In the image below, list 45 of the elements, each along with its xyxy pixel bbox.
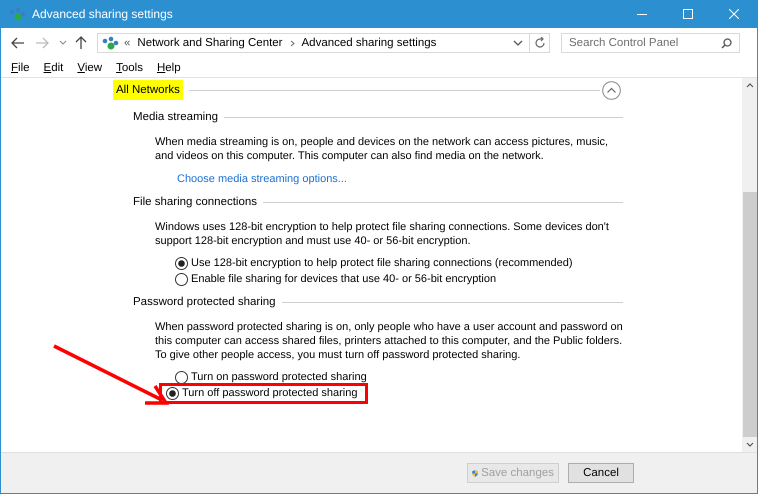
network-icon <box>102 36 119 50</box>
network-icon <box>9 7 26 21</box>
up-icon[interactable] <box>75 36 87 50</box>
window-title: Advanced sharing settings <box>32 7 173 21</box>
radio-option[interactable]: Turn on password protected sharing <box>175 370 367 384</box>
radio-button[interactable] <box>175 256 188 270</box>
radio-option[interactable]: Turn off password protected sharing <box>166 386 358 400</box>
section-title[interactable]: All Networks <box>113 80 183 100</box>
refresh-button[interactable] <box>530 33 550 53</box>
chevron-icon <box>290 40 295 46</box>
menu-item[interactable]: Help <box>156 62 181 74</box>
breadcrumb-item[interactable]: Network and Sharing Center <box>137 37 283 49</box>
address-bar[interactable]: « Network and Sharing Center Advanced sharing settings <box>97 33 530 53</box>
menu-item[interactable]: Edit <box>44 62 64 74</box>
scroll-up-icon[interactable] <box>746 83 754 88</box>
description-text: When media streaming is on, people and devices on the network can access pictures, music, and videos on this computer. This computer can also find media on the network. <box>155 135 610 163</box>
menu-item[interactable]: Tools <box>116 62 143 74</box>
group-heading: Password protected sharing <box>133 296 276 308</box>
radio-button[interactable] <box>175 370 188 384</box>
collapse-icon[interactable] <box>602 80 621 100</box>
dropdown-icon[interactable] <box>59 40 67 46</box>
refresh-icon[interactable] <box>534 37 546 49</box>
group-heading: Media streaming <box>133 111 218 123</box>
dropdown-icon[interactable] <box>513 40 523 46</box>
back-icon[interactable] <box>11 37 25 49</box>
menu-item[interactable]: File <box>11 62 30 74</box>
scrollbar[interactable] <box>742 78 757 452</box>
radio-button[interactable] <box>175 272 188 286</box>
search-icon[interactable] <box>721 38 732 48</box>
search-field[interactable]: Search Control Panel <box>561 33 740 53</box>
streaming-options-link[interactable]: Choose media streaming options... <box>177 173 347 185</box>
menu-item[interactable]: View <box>77 62 102 74</box>
radio-button[interactable] <box>166 386 179 400</box>
description-text: When password protected sharing is on, only people who have a user account and password on this computer can access shared files, printers attached to this computer, and the Public folders. To give other people access, you must turn off password protected sharing. <box>155 320 623 362</box>
breadcrumb-item[interactable]: Advanced sharing settings <box>302 37 436 49</box>
maximize-icon[interactable] <box>683 9 693 19</box>
cancel-button[interactable]: Cancel <box>568 463 634 483</box>
radio-option[interactable]: Enable file sharing for devices that use 40- or 56-bit encryption <box>175 272 496 286</box>
group-heading: File sharing connections <box>133 196 258 208</box>
scroll-down-icon[interactable] <box>746 442 754 447</box>
close-icon[interactable] <box>729 9 739 19</box>
overflow-chevron[interactable]: « <box>124 37 130 49</box>
radio-option[interactable]: Use 128-bit encryption to help protect file sharing connections (recommended) <box>175 256 573 270</box>
description-text: Windows uses 128-bit encryption to help protect file sharing connections. Some devices don't support 128-bit encryption and must use 40- or 56-bit encryption. <box>155 220 610 248</box>
scrollbar-thumb[interactable] <box>742 192 756 437</box>
